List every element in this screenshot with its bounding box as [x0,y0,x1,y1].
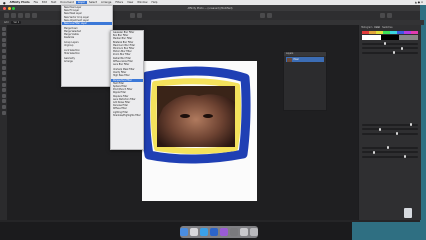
finder-icon[interactable] [180,228,188,236]
brush-flow-slider[interactable] [362,132,418,135]
color-spectrum[interactable] [362,31,418,34]
menu-file[interactable]: File [32,1,40,4]
healing-tool-icon[interactable] [1,88,6,93]
launchpad-icon[interactable] [190,228,198,236]
live-filter-submenu: Gaussian Blur Filter Box Blur Filter Med… [110,30,144,150]
photo-persona-icon[interactable] [4,13,9,18]
color-well[interactable] [362,35,419,40]
arrange-icon[interactable] [380,13,385,18]
tab-color[interactable]: Color [374,26,380,29]
snapping-icon[interactable] [260,13,265,18]
menu-layer[interactable]: Layer [75,1,87,4]
tab-swatches[interactable]: Swatches [382,26,392,29]
pen-tool-icon[interactable] [1,93,6,98]
menu-app[interactable]: Affinity Photo [8,1,32,4]
move-tool-icon[interactable] [1,26,6,31]
brush-hardness-slider[interactable] [362,146,418,149]
gradient-tool-icon[interactable] [1,71,6,76]
context-label: Add [4,21,9,24]
opacity-slider[interactable] [362,123,418,126]
layers-panel-title: Layers [284,52,326,56]
minimize-window-icon[interactable] [7,6,11,10]
menu-item-arrange[interactable]: Arrange [62,60,112,63]
right-panel: Histogram Color Swatches [358,25,421,220]
view-tool-icon[interactable] [130,13,135,18]
zoom-tool-icon[interactable] [1,110,6,115]
saturation-slider[interactable] [362,46,418,50]
menu-window[interactable]: Window [135,1,149,4]
menu-help[interactable]: Help [149,1,159,4]
brush-shape-slider[interactable] [362,155,418,158]
safari-icon[interactable] [200,228,208,236]
brush-size-slider[interactable] [362,127,418,131]
marquee-tool-icon[interactable] [1,48,6,53]
panel-tabs: Histogram Color Swatches [359,25,421,30]
app-store-icon[interactable] [210,228,218,236]
context-field[interactable]: Sel 1 [11,21,22,24]
menubar-status-icons: ▲ ● ≡ [414,1,423,4]
layers-panel: Layers Pixel [283,51,327,111]
shape-tool-icon[interactable] [1,99,6,104]
layer-name: Pixel [293,58,299,61]
downloads-stack-icon[interactable] [240,228,248,236]
desktop-trash[interactable] [401,208,415,226]
export-persona-icon[interactable] [32,13,37,18]
menu-filters[interactable]: Filters [113,1,125,4]
system-preferences-icon[interactable] [230,228,238,236]
layer-row[interactable]: Pixel [286,57,324,62]
tab-histogram[interactable]: Histogram [361,26,372,29]
selection-brush-icon[interactable] [1,37,6,42]
lightness-slider[interactable] [362,51,418,54]
layer-thumbnail [287,57,292,62]
liquify-persona-icon[interactable] [11,13,16,18]
submenu-item[interactable]: Shadows/Highlights Filter [111,114,143,117]
menu-arrange[interactable]: Arrange [99,1,113,4]
window-title: Affinity Photo — (unsaved) (Modified) [187,6,233,10]
brush-spacing-slider[interactable] [362,150,418,154]
paint-brush-icon[interactable] [1,54,6,59]
portrait-eye-left [180,114,190,118]
menu-view[interactable]: View [125,1,135,4]
painted-frame-artwork [141,66,251,164]
eraser-tool-icon[interactable] [1,60,6,65]
status-bar [0,220,420,222]
crop-tool-icon[interactable] [1,32,6,37]
align-icon[interactable] [387,13,392,18]
text-tool-icon[interactable] [1,104,6,109]
zoom-window-icon[interactable] [12,6,15,10]
menu-document[interactable]: Document [58,1,75,4]
dodge-tool-icon[interactable] [1,76,6,81]
tone-mapping-persona-icon[interactable] [25,13,30,18]
apple-menu-icon[interactable]: ● [0,1,8,5]
dock [180,226,258,238]
zoom-tool-icon[interactable] [137,13,142,18]
close-window-icon[interactable] [3,6,6,10]
portrait-eye-right [203,114,213,118]
flood-select-icon[interactable] [1,43,6,48]
layer-menu: New Pixel Layer New Fill Layer New Mask … [61,5,113,87]
hue-slider[interactable] [362,42,418,45]
assistant-icon[interactable] [267,13,272,18]
develop-persona-icon[interactable] [18,13,23,18]
menu-edit[interactable]: Edit [40,1,49,4]
clone-tool-icon[interactable] [1,82,6,87]
window-controls [3,6,15,10]
trash-dock-icon[interactable] [250,228,258,236]
menu-select[interactable]: Select [87,1,99,4]
fill-tool-icon[interactable] [1,65,6,70]
menu-text[interactable]: Text [49,1,58,4]
affinity-photo-icon[interactable] [220,228,228,236]
trash-icon [404,208,412,218]
